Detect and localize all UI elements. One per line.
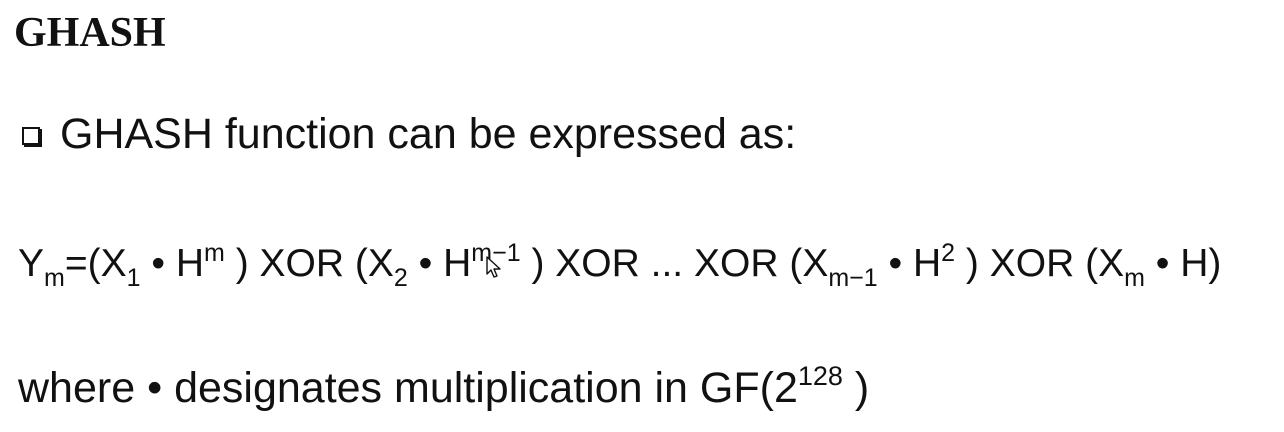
formula-equals: =( <box>64 242 101 285</box>
formula-xor-3: ) XOR ( <box>955 242 1099 285</box>
formula-term1-exponent: m <box>204 239 225 267</box>
formula-term3-subscript: m−1 <box>828 264 878 292</box>
formula-term2-x: X <box>367 242 394 285</box>
where-note: where • designates multiplication in GF(… <box>18 360 869 416</box>
ghash-formula: Ym=(X1 • Hm ) XOR (X2 • Hm−1 ) XOR ... X… <box>18 236 1221 292</box>
where-prefix: where • designates multiplication in GF(… <box>18 364 798 412</box>
bullet-text: GHASH function can be expressed as: <box>60 110 797 158</box>
bullet-item: GHASH function can be expressed as: <box>22 106 796 162</box>
formula-term3-x: X <box>802 242 829 285</box>
formula-term1-subscript: 1 <box>126 264 141 292</box>
square-bullet-icon <box>22 127 40 145</box>
formula-term4-subscript: m <box>1124 264 1145 292</box>
formula-term3-h: • H <box>877 242 942 285</box>
formula-term3-exponent: 2 <box>941 239 956 267</box>
formula-xor-1: ) XOR ( <box>224 242 368 285</box>
mouse-pointer-icon <box>486 256 501 278</box>
slide: GHASH GHASH function can be expressed as… <box>0 0 1284 432</box>
formula-term4-x: X <box>1098 242 1125 285</box>
formula-term2-h: • H <box>407 242 472 285</box>
slide-title: GHASH <box>14 10 166 56</box>
formula-term1-x: X <box>100 242 127 285</box>
formula-xor-ellipsis: ) XOR ... XOR ( <box>520 242 803 285</box>
formula-term1-h: • H <box>140 242 205 285</box>
formula-lhs: Y <box>18 242 45 285</box>
formula-lhs-subscript: m <box>44 264 65 292</box>
where-exponent: 128 <box>797 361 843 391</box>
formula-term4-tail: • H) <box>1144 242 1222 285</box>
where-suffix: ) <box>842 364 870 412</box>
formula-term2-subscript: 2 <box>393 264 408 292</box>
